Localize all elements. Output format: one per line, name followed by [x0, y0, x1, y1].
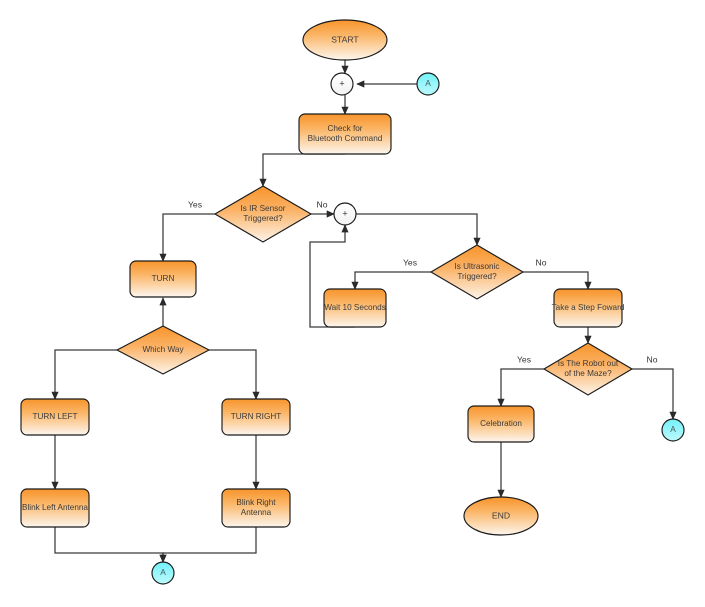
- node-junction2[interactable]: +: [333, 202, 357, 226]
- node-wait10[interactable]: Wait 10 Seconds: [323, 288, 387, 328]
- flow-edge: [209, 349, 260, 400]
- process-shape: [553, 288, 623, 328]
- decision-shape: [429, 244, 525, 300]
- node-blinkLeft[interactable]: Blink Left Antenna: [20, 488, 90, 528]
- decision-shape: [115, 325, 211, 375]
- connector-shape: [416, 72, 440, 96]
- node-turnRight[interactable]: TURN RIGHT: [221, 398, 291, 436]
- junction-shape: [330, 72, 354, 96]
- node-whichWay[interactable]: Which Way: [115, 325, 211, 375]
- decision-shape: [213, 185, 313, 243]
- flow-edge: [259, 153, 345, 187]
- edge-label: Yes: [517, 354, 531, 364]
- node-outOfMaze[interactable]: Is The Robot out of the Maze?: [542, 342, 634, 396]
- process-shape: [20, 398, 90, 436]
- flow-edge: [632, 368, 677, 420]
- node-ultrasonic[interactable]: Is Ultrasonic Triggered?: [429, 244, 525, 300]
- nodes-layer: START + A Check for Bluetooth Command Is IR S…: [20, 19, 685, 585]
- flow-edge: [159, 527, 257, 563]
- flow-edge: [497, 368, 544, 407]
- process-shape: [221, 488, 291, 528]
- node-end[interactable]: END: [463, 496, 539, 536]
- process-shape: [221, 398, 291, 436]
- node-connA_bottom[interactable]: A: [151, 561, 175, 585]
- node-irSensor[interactable]: Is IR Sensor Triggered?: [213, 185, 313, 243]
- flow-edge: [159, 213, 215, 262]
- node-blinkRight[interactable]: Blink Right Antenna: [221, 488, 291, 528]
- junction-shape: [333, 202, 357, 226]
- edge-label: Yes: [188, 199, 202, 209]
- terminator-shape: [463, 496, 539, 536]
- process-shape: [467, 405, 535, 443]
- process-shape: [323, 288, 387, 328]
- node-connA_right[interactable]: A: [661, 418, 685, 442]
- edge-label: Yes: [403, 257, 417, 267]
- process-shape: [298, 113, 392, 155]
- node-stepForward[interactable]: Take a Step Foward: [552, 288, 625, 328]
- flow-edge: [523, 271, 592, 290]
- decision-shape: [542, 342, 634, 396]
- node-turn[interactable]: TURN: [129, 260, 197, 298]
- edge-label: No: [647, 354, 658, 364]
- node-connA_top[interactable]: A: [416, 72, 440, 96]
- flow-edge: [351, 271, 431, 290]
- node-checkBt[interactable]: Check for Bluetooth Command: [298, 113, 392, 155]
- node-turnLeft[interactable]: TURN LEFT: [20, 398, 90, 436]
- node-celebration[interactable]: Celebration: [467, 405, 535, 443]
- terminator-shape: [302, 19, 388, 61]
- flow-edge: [356, 213, 481, 246]
- flowchart-canvas: START + A Check for Bluetooth Command Is IR S…: [0, 0, 705, 607]
- flow-edge: [54, 527, 167, 563]
- edge-label: No: [536, 257, 547, 267]
- edge-label: No: [317, 199, 328, 209]
- process-shape: [20, 488, 90, 528]
- flow-edge: [51, 349, 117, 400]
- process-shape: [129, 260, 197, 298]
- connector-shape: [151, 561, 175, 585]
- node-junction1[interactable]: +: [330, 72, 354, 96]
- connector-shape: [661, 418, 685, 442]
- node-start[interactable]: START: [302, 19, 388, 61]
